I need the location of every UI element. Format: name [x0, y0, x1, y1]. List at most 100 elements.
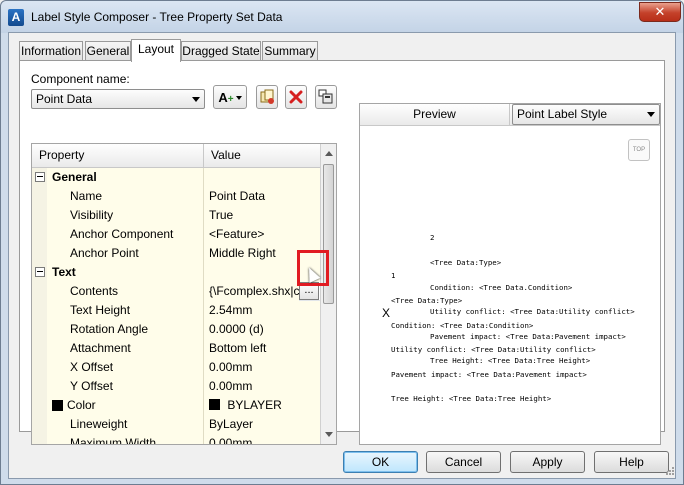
preview-label-line: 1 — [391, 271, 396, 281]
row-gutter — [32, 263, 47, 282]
category-general[interactable]: General — [32, 168, 320, 187]
property-value[interactable]: 0.00mm — [204, 358, 320, 377]
property-label: Text Height — [47, 301, 204, 320]
preview-title: Preview — [360, 104, 510, 126]
add-component-button[interactable]: A+ — [213, 85, 247, 109]
collapse-icon[interactable] — [35, 267, 45, 277]
tab-layout[interactable]: Layout — [131, 39, 181, 62]
component-name-value: Point Data — [36, 92, 93, 106]
tab-information[interactable]: Information — [19, 41, 83, 61]
property-row-lineweight[interactable]: Lineweight ByLayer — [32, 415, 320, 434]
property-label: Y Offset — [47, 377, 204, 396]
property-label: Anchor Component — [47, 225, 204, 244]
row-gutter — [32, 225, 47, 244]
grid-scrollbar[interactable] — [320, 144, 336, 444]
preview-label-line: Tree Height: <Tree Data:Tree Height> — [391, 394, 552, 404]
category-label: General — [47, 168, 204, 187]
column-header-property[interactable]: Property — [32, 144, 204, 168]
resize-grip-icon[interactable] — [665, 466, 675, 476]
property-value[interactable]: BYLAYER — [204, 396, 320, 415]
category-label: Text — [47, 263, 204, 282]
property-value[interactable]: ByLayer — [204, 415, 320, 434]
property-value[interactable]: Bottom left — [204, 339, 320, 358]
property-row-y-offset[interactable]: Y Offset 0.00mm — [32, 377, 320, 396]
property-label: Lineweight — [47, 415, 204, 434]
color-label-text: Color — [67, 398, 96, 412]
row-gutter — [32, 434, 47, 444]
close-button[interactable]: ✕ — [639, 2, 681, 22]
tab-dragged-state[interactable]: Dragged State — [181, 41, 261, 61]
color-swatch-icon — [209, 399, 220, 410]
column-header-value[interactable]: Value — [204, 144, 320, 168]
copy-component-button[interactable] — [256, 85, 278, 109]
tab-summary[interactable]: Summary — [262, 41, 318, 61]
property-row-contents[interactable]: Contents {\Fcomplex.shx|c ... — [32, 282, 320, 301]
property-value[interactable]: Point Data — [204, 187, 320, 206]
preview-label-line: <Tree Data:Type> — [391, 296, 463, 306]
viewcube-icon[interactable]: TOP — [628, 139, 650, 161]
component-name-dropdown[interactable]: Point Data — [31, 89, 205, 109]
collapse-icon[interactable] — [35, 172, 45, 182]
property-value[interactable]: <Feature> — [204, 225, 320, 244]
property-label: Anchor Point — [47, 244, 204, 263]
help-button[interactable]: Help — [594, 451, 669, 473]
preview-label-line: 2 — [430, 233, 435, 243]
property-value[interactable]: 2.54mm — [204, 301, 320, 320]
property-label: Color — [47, 396, 204, 415]
preview-label-lower: 1 <Tree Data:Type> Condition: <Tree Data… — [391, 256, 596, 420]
color-swatch-icon — [52, 400, 63, 411]
row-gutter — [32, 206, 47, 225]
property-value[interactable]: 0.00mm — [204, 377, 320, 396]
title-bar[interactable]: A Label Style Composer - Tree Property S… — [1, 1, 683, 33]
window-title: Label Style Composer - Tree Property Set… — [31, 10, 283, 24]
property-row-maximum-width[interactable]: Maximum Width 0.00mm — [32, 434, 320, 444]
property-row-x-offset[interactable]: X Offset 0.00mm — [32, 358, 320, 377]
grid-header: Property Value — [32, 144, 320, 168]
property-row-text-height[interactable]: Text Height 2.54mm — [32, 301, 320, 320]
cancel-button[interactable]: Cancel — [426, 451, 501, 473]
scroll-up-icon[interactable] — [325, 151, 333, 156]
category-text[interactable]: Text — [32, 263, 320, 282]
draw-order-icon — [318, 89, 333, 104]
preview-label-line: Pavement impact: <Tree Data:Pavement imp… — [391, 369, 587, 379]
property-label: Name — [47, 187, 204, 206]
property-row-color[interactable]: Color BYLAYER — [32, 396, 320, 415]
property-row-anchor-point[interactable]: Anchor Point Middle Right — [32, 244, 320, 263]
tab-general[interactable]: General — [85, 41, 131, 61]
preview-style-value: Point Label Style — [517, 107, 608, 121]
row-gutter — [32, 187, 47, 206]
row-gutter — [32, 396, 47, 415]
property-value[interactable]: True — [204, 206, 320, 225]
property-label: Maximum Width — [47, 434, 204, 444]
row-gutter — [32, 301, 47, 320]
ok-button[interactable]: OK — [343, 451, 418, 473]
grid-rows: General Name Point Data Visibility True — [32, 168, 320, 444]
property-row-name[interactable]: Name Point Data — [32, 187, 320, 206]
property-value[interactable]: 0.00mm — [204, 434, 320, 444]
dialog-client: Information General Layout Dragged State… — [8, 32, 676, 479]
row-gutter — [32, 244, 47, 263]
scroll-down-icon[interactable] — [325, 432, 333, 437]
property-value[interactable]: {\Fcomplex.shx|c — [204, 282, 299, 301]
apply-button[interactable]: Apply — [510, 451, 585, 473]
property-row-visibility[interactable]: Visibility True — [32, 206, 320, 225]
chevron-down-icon — [192, 97, 200, 102]
preview-style-dropdown[interactable]: Point Label Style — [512, 104, 660, 125]
property-row-anchor-component[interactable]: Anchor Component <Feature> — [32, 225, 320, 244]
property-row-attachment[interactable]: Attachment Bottom left — [32, 339, 320, 358]
preview-label-line: Utility conflict: <Tree Data:Utility con… — [391, 345, 596, 355]
preview-header: Preview Point Label Style — [360, 104, 660, 126]
copy-component-icon — [260, 89, 274, 104]
property-row-rotation-angle[interactable]: Rotation Angle 0.0000 (d) — [32, 320, 320, 339]
row-gutter — [32, 377, 47, 396]
property-value[interactable]: 0.0000 (d) — [204, 320, 320, 339]
row-gutter — [32, 358, 47, 377]
property-label: Attachment — [47, 339, 204, 358]
chevron-down-icon — [235, 96, 242, 100]
preview-label-line: Condition: <Tree Data:Condition> — [391, 320, 534, 330]
delete-component-button[interactable] — [285, 85, 307, 109]
row-gutter — [32, 168, 47, 187]
draw-order-button[interactable] — [315, 85, 337, 109]
layout-panel: Component name: Point Data A+ Property V… — [19, 60, 665, 445]
point-marker-icon: X — [382, 306, 391, 320]
